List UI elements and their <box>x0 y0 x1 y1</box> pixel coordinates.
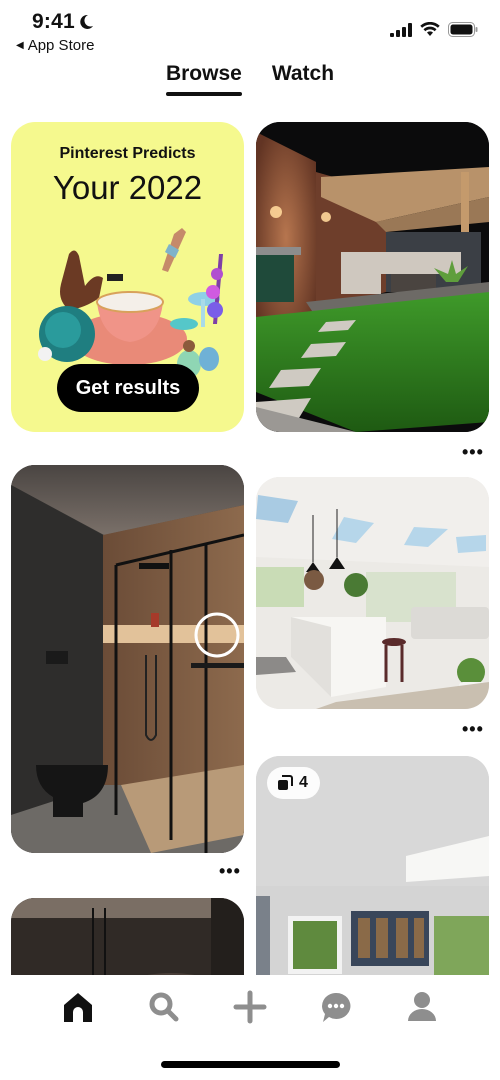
bathroom-pin-image <box>11 465 244 853</box>
home-icon <box>64 993 92 1022</box>
promo-collage-illustration <box>38 228 223 378</box>
time-text: 9:41 <box>32 10 75 33</box>
back-arrow-icon: ◀ <box>16 40 24 51</box>
promo-title: Your 2022 <box>52 169 203 206</box>
home-indicator[interactable] <box>161 1061 340 1068</box>
patio-pin-image <box>256 122 489 432</box>
nav-profile[interactable] <box>397 985 447 1029</box>
cellular-signal-icon <box>390 22 412 37</box>
wifi-icon <box>420 22 440 36</box>
plus-icon <box>233 990 267 1024</box>
nav-messages[interactable] <box>311 985 361 1029</box>
battery-icon <box>448 22 478 37</box>
person-icon <box>408 992 436 1021</box>
tab-browse[interactable]: Browse <box>165 62 242 96</box>
badge-count: 4 <box>299 774 308 791</box>
patio-pin[interactable] <box>256 122 489 432</box>
multi-page-icon <box>278 775 293 790</box>
moon-icon <box>80 14 93 29</box>
patio-pin-more-button[interactable]: ••• <box>462 443 484 461</box>
nav-search[interactable] <box>139 985 189 1029</box>
bathroom-pin[interactable] <box>11 465 244 853</box>
status-time: 9:41 <box>32 10 94 34</box>
nav-home[interactable] <box>53 985 103 1029</box>
feed-tabs: Browse Watch <box>0 62 500 96</box>
back-to-app-store[interactable]: ◀ App Store <box>16 37 94 54</box>
kitchen-idea-pin[interactable]: 4 <box>256 756 489 996</box>
promo-kicker: Pinterest Predicts <box>59 145 196 162</box>
nav-create[interactable] <box>225 985 275 1029</box>
bathroom-pin-more-button[interactable]: ••• <box>219 862 241 880</box>
status-icons <box>390 22 478 37</box>
tab-watch[interactable]: Watch <box>272 62 334 96</box>
multi-page-badge: 4 <box>267 767 320 799</box>
back-app-label: App Store <box>27 37 95 54</box>
search-icon <box>149 992 179 1022</box>
kitchen-pin-image <box>256 477 489 709</box>
kitchen-pin-more-button[interactable]: ••• <box>462 720 484 738</box>
get-results-button[interactable]: Get results <box>57 364 199 412</box>
chat-bubble-icon <box>322 992 351 1022</box>
status-bar: 9:41 ◀ App Store <box>0 0 500 60</box>
pinterest-predicts-card[interactable]: Pinterest Predicts Your 2022 Get results <box>11 122 244 432</box>
kitchen-pin[interactable] <box>256 477 489 709</box>
